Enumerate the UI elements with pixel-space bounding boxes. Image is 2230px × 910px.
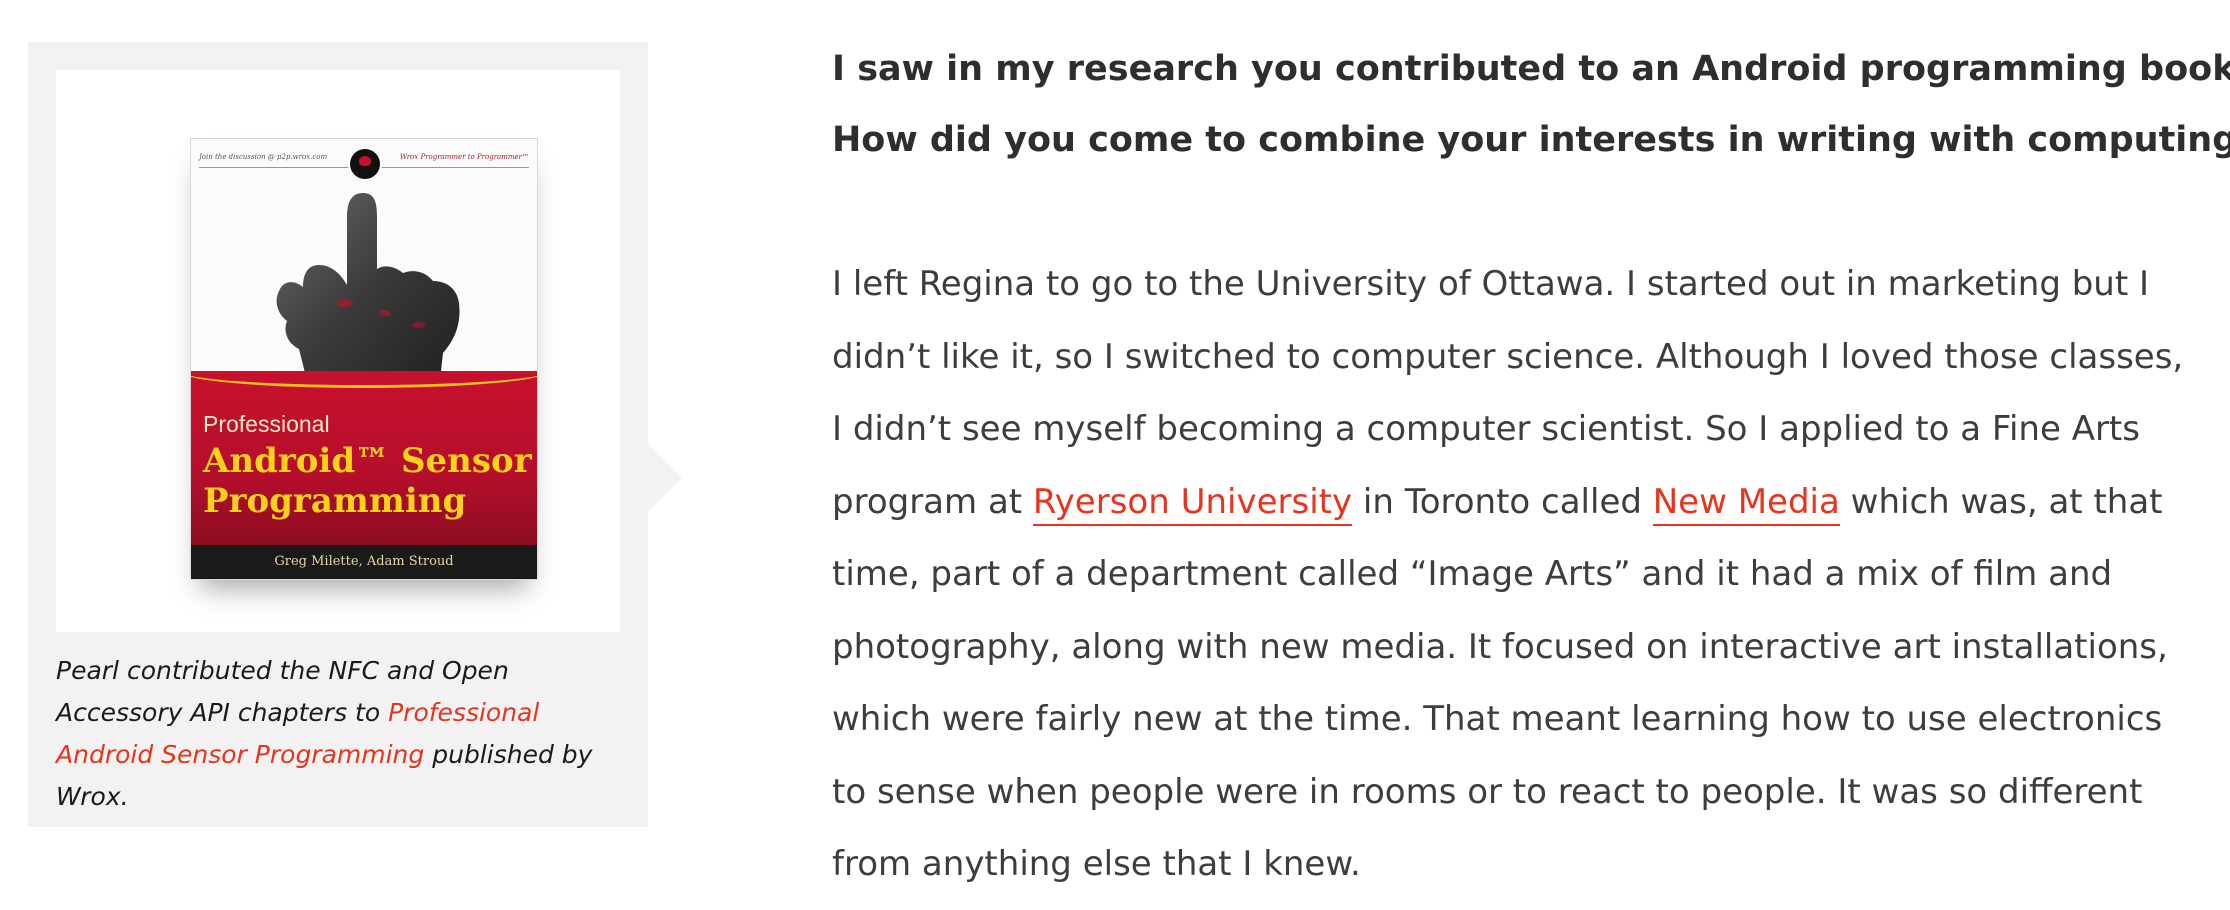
new-media-link[interactable]: New Media	[1652, 481, 1840, 526]
answer-line: program at Ryerson University in Toronto…	[832, 466, 2212, 539]
answer-line: time, part of a department called “Image…	[832, 554, 2113, 594]
answer-line: to sense when people were in rooms or to…	[832, 771, 2143, 812]
pointing-hand-illustration	[276, 193, 460, 389]
book-cover-band: Professional Android™ Sensor Programming	[191, 371, 537, 545]
book-cover-image[interactable]: Join the discussion @ p2p.wrox.com Wrox …	[190, 138, 538, 580]
book-authors: Greg Milette, Adam Stroud	[191, 545, 537, 579]
answer-line: which were fairly new at the time. That …	[832, 699, 2163, 739]
answer-line: photography, along with new media. It fo…	[832, 626, 2168, 667]
question-line: I saw in my research you contributed to …	[832, 49, 2230, 89]
ryerson-university-link[interactable]: Ryerson University	[1032, 481, 1353, 526]
question-line: How did you come to combine your interes…	[832, 120, 2230, 160]
answer-text: program at	[832, 481, 1033, 522]
book-title: Android™ Sensor Programming	[203, 441, 532, 521]
wrox-logo-icon	[348, 147, 382, 181]
book-cover-top: Join the discussion @ p2p.wrox.com Wrox …	[191, 139, 537, 389]
book-cover-frame: Join the discussion @ p2p.wrox.com Wrox …	[56, 70, 620, 632]
figure-caption: Pearl contributed the NFC and Open Acces…	[56, 650, 616, 818]
answer-text: in Toronto called	[1352, 481, 1653, 522]
answer-line: from anything else that I knew.	[832, 844, 1361, 884]
answer-line: I didn’t see myself becoming a computer …	[832, 409, 2140, 449]
interview-answer: I left Regina to go to the University of…	[832, 248, 2212, 901]
answer-line: I left Regina to go to the University of…	[832, 264, 2150, 304]
answer-text: which was, at that	[1839, 481, 2163, 522]
interview-question: I saw in my research you contributed to …	[832, 34, 2230, 176]
book-pretitle: Professional	[203, 411, 330, 437]
figure-panel: Join the discussion @ p2p.wrox.com Wrox …	[28, 42, 682, 827]
article-body: I saw in my research you contributed to …	[832, 34, 2230, 901]
answer-line: didn’t like it, so I switched to compute…	[832, 336, 2184, 377]
